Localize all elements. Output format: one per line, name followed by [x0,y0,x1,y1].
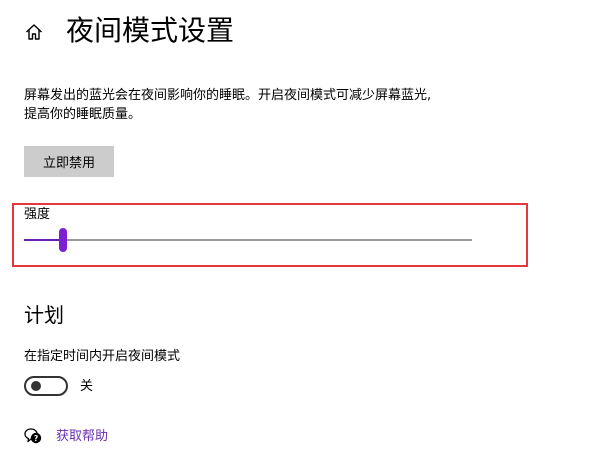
strength-slider[interactable] [24,226,472,254]
home-button[interactable] [22,20,46,44]
disable-now-button[interactable]: 立即禁用 [24,146,114,177]
home-icon [26,24,42,40]
schedule-toggle-label: 在指定时间内开启夜间模式 [24,349,181,364]
slider-thumb[interactable] [58,228,67,252]
help-chat-icon: ? [24,428,42,444]
svg-text:?: ? [34,434,38,443]
schedule-toggle[interactable] [24,376,68,396]
description: 屏幕发出的蓝光会在夜间影响你的睡眠。开启夜间模式可减少屏幕蓝光, 提高你的睡眠质… [24,86,484,124]
schedule-section-title: 计划 [24,303,64,327]
slider-fill [24,239,63,241]
description-line-2: 提高你的睡眠质量。 [24,107,142,122]
description-line-1: 屏幕发出的蓝光会在夜间影响你的睡眠。开启夜间模式可减少屏幕蓝光, [24,88,432,103]
strength-label: 强度 [24,207,51,222]
slider-track [24,239,472,241]
toggle-knob [31,381,41,391]
toggle-state-text: 关 [80,379,94,394]
get-help-link[interactable]: 获取帮助 [56,428,108,446]
page-title: 夜间模式设置 [66,14,235,47]
